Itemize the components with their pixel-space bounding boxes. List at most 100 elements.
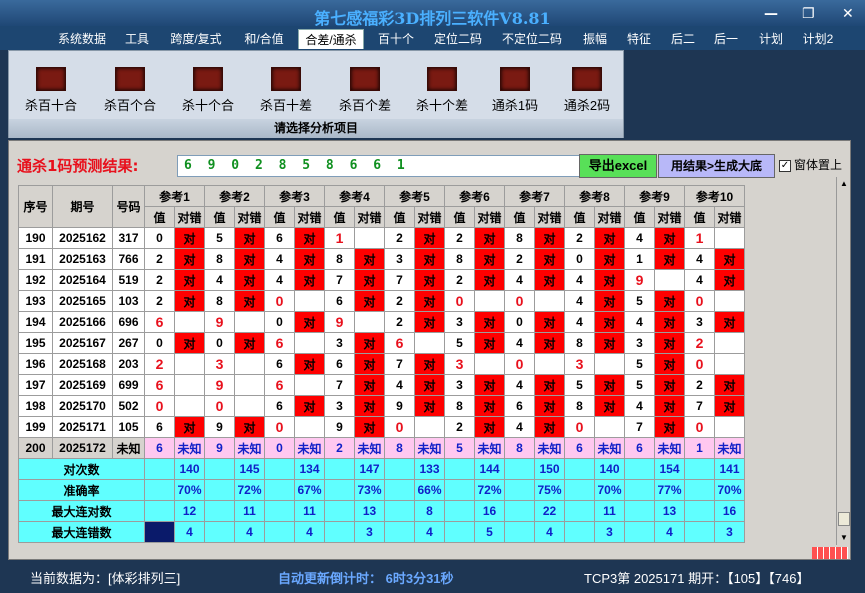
table-row[interactable]: 198 2025170 502 0 0 6 对 3 对 9 对 8 对 6 对 8 对 4 对 7 对 <box>18 395 745 417</box>
kill-bai-shi-cha-button[interactable]: 杀百十差 <box>250 67 322 117</box>
table-row[interactable]: 199 2025171 105 6 对 9 对 0 9 对 0 2 对 4 对 0 7 对 0 <box>18 416 745 438</box>
vertical-scrollbar[interactable]: ▲ ▼ <box>836 177 850 545</box>
stats-value: 70% <box>174 479 205 501</box>
ref-result: 对 <box>654 416 685 438</box>
stats-spacer <box>504 479 535 501</box>
row-seq: 196 <box>18 353 53 375</box>
subheader-result: 对错 <box>354 206 385 228</box>
current-data-status: 当前数据为：[体彩排列三] <box>30 571 181 586</box>
menu-item[interactable]: 后二 <box>666 29 700 49</box>
menu-item[interactable]: 后一 <box>708 29 744 49</box>
pending-row[interactable]: 200 2025172 未知 6 未知 9 未知 0 未知 2 未知 8 未知 5 未知 8 未知 6 未知 6 未知 1… <box>18 437 745 459</box>
stats-spacer <box>684 500 715 522</box>
stats-row: 对次数 140 145 134 147 133 144 150 140 154 141 <box>18 458 745 480</box>
close-icon[interactable]: ✕ <box>842 6 854 22</box>
stats-value: 5 <box>474 521 505 543</box>
ref-value: 0 <box>264 290 295 312</box>
ref-result <box>534 353 565 375</box>
menu-item[interactable]: 跨度/复式 <box>164 29 228 49</box>
scroll-up-icon[interactable]: ▲ <box>837 177 851 191</box>
stats-value: 4 <box>654 521 685 543</box>
kill-bai-ge-he-button[interactable]: 杀百个合 <box>94 67 166 117</box>
ref-result: 对 <box>534 269 565 291</box>
menu-item[interactable]: 和/合值 <box>238 29 290 49</box>
ref-result <box>714 227 745 249</box>
scroll-thumb[interactable] <box>838 512 850 526</box>
ref-value: 2 <box>444 227 475 249</box>
ref-value: 2 <box>684 332 715 354</box>
ref-result: 对 <box>354 269 385 291</box>
stats-spacer <box>624 479 655 501</box>
kill-shi-ge-he-button[interactable]: 杀十个合 <box>172 67 244 117</box>
checkbox-icon[interactable]: ✓ <box>779 159 791 172</box>
scroll-down-icon[interactable]: ▼ <box>837 531 851 545</box>
header-ref: 参考5 <box>384 185 445 207</box>
kill-bai-ge-cha-button[interactable]: 杀百个差 <box>329 67 401 117</box>
ref-value: 5 <box>564 374 595 396</box>
subheader-value: 值 <box>564 206 595 228</box>
stats-spacer <box>144 458 175 480</box>
ref-value: 4 <box>264 269 295 291</box>
menu-item[interactable]: 工具 <box>119 29 155 49</box>
stats-value: 4 <box>534 521 565 543</box>
ref-value: 3 <box>324 395 355 417</box>
row-seq: 194 <box>18 311 53 333</box>
ref-result: 对 <box>354 248 385 270</box>
ref-value: 1 <box>324 227 355 249</box>
kill-shi-ge-cha-button[interactable]: 杀十个差 <box>406 67 478 117</box>
ref-result: 对 <box>174 290 205 312</box>
ref-value: 1 <box>624 248 655 270</box>
table-row[interactable]: 193 2025165 103 2 对 8 对 0 6 对 2 对 0 0 4 对 5 对 0 <box>18 290 745 312</box>
table-row[interactable]: 196 2025168 203 2 3 6 对 6 对 7 对 3 0 3 5 对 0 <box>18 353 745 375</box>
export-excel-button[interactable]: 导出excel <box>579 154 657 178</box>
stats-spacer <box>264 521 295 543</box>
table-row[interactable]: 194 2025166 696 6 9 0 对 9 2 对 3 对 0 对 4 对 4 对 3 对 <box>18 311 745 333</box>
maximize-icon[interactable]: ❐ <box>802 6 815 22</box>
ref-value: 3 <box>564 353 595 375</box>
menu-item[interactable]: 计划2 <box>798 29 838 49</box>
prediction-result-field[interactable]: 6 9 0 2 8 5 8 6 6 1 <box>177 155 581 177</box>
ref-result: 对 <box>534 395 565 417</box>
generate-base-button[interactable]: 用结果>生成大底 <box>658 154 775 178</box>
ref-value: 9 <box>204 416 235 438</box>
kill-2-code-button[interactable]: 通杀2码 <box>551 67 623 117</box>
stats-spacer <box>204 458 235 480</box>
ref-value: 6 <box>264 374 295 396</box>
ref-value: 8 <box>564 332 595 354</box>
ref-value: 5 <box>624 374 655 396</box>
ref-result: 对 <box>534 416 565 438</box>
ref-value: 0 <box>384 416 415 438</box>
menu-item[interactable]: 定位二码 <box>428 29 488 49</box>
stats-label: 最大连错数 <box>18 521 145 543</box>
menu-item[interactable]: 计划 <box>754 29 788 49</box>
ref-result: 对 <box>534 227 565 249</box>
ref-value: 9 <box>204 374 235 396</box>
menu-item[interactable]: 百十个 <box>374 29 418 49</box>
ref-result: 对 <box>294 248 325 270</box>
ref-result <box>354 311 385 333</box>
kill-bai-shi-he-button[interactable]: 杀百十合 <box>15 67 87 117</box>
ref-result <box>474 353 505 375</box>
header-ref: 参考9 <box>624 185 685 207</box>
menu-item-active[interactable]: 合差/通杀 <box>298 29 364 49</box>
stats-value: 154 <box>654 458 685 480</box>
ref-value: 4 <box>204 269 235 291</box>
ref-value: 0 <box>684 290 715 312</box>
topmost-checkbox[interactable]: ✓ 窗体置上 <box>779 156 842 173</box>
table-row[interactable]: 191 2025163 766 2 对 8 对 4 对 8 对 3 对 8 对 2 对 0 对 1 对 4 对 <box>18 248 745 270</box>
pending-period: 2025172 <box>52 437 113 459</box>
table-row[interactable]: 195 2025167 267 0 对 0 对 6 3 对 6 5 对 4 对 8 对 3 对 2 <box>18 332 745 354</box>
minimize-icon[interactable]: — <box>764 6 778 22</box>
button-label: 杀百十差 <box>259 98 312 113</box>
menu-item[interactable]: 不定位二码 <box>496 29 568 49</box>
menu-item[interactable]: 特征 <box>622 29 656 49</box>
menu-item[interactable]: 振幅 <box>578 29 612 49</box>
subheader-value: 值 <box>624 206 655 228</box>
table-row[interactable]: 197 2025169 699 6 9 6 7 对 4 对 3 对 4 对 5 对 5 对 2 对 <box>18 374 745 396</box>
menu-item[interactable]: 系统数据 <box>52 29 112 49</box>
table-row[interactable]: 192 2025164 519 2 对 4 对 4 对 7 对 7 对 2 对 4 对 4 对 9 4 对 <box>18 269 745 291</box>
table-row[interactable]: 190 2025162 317 0 对 5 对 6 对 1 2 对 2 对 8 对 2 对 4 对 1 <box>18 227 745 249</box>
resize-grip[interactable] <box>812 547 848 559</box>
ref-result: 对 <box>414 269 445 291</box>
kill-1-code-button[interactable]: 通杀1码 <box>479 67 551 117</box>
